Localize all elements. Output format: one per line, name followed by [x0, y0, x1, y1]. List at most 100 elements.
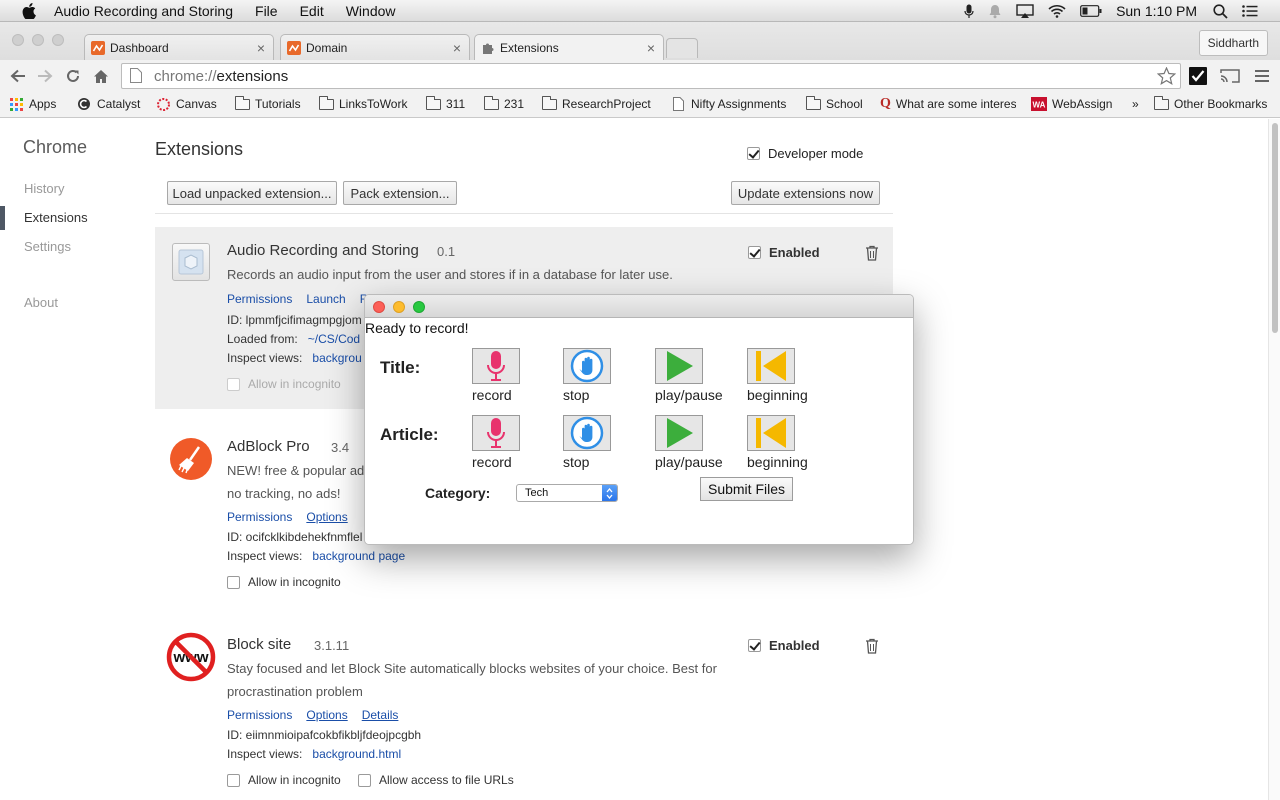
title-beginning-button[interactable]	[747, 348, 795, 384]
new-tab-button[interactable]	[666, 38, 698, 58]
page-scrollbar[interactable]	[1268, 119, 1280, 800]
popup-title-bar[interactable]	[365, 295, 913, 318]
close-tab-icon[interactable]: ×	[453, 40, 461, 56]
notification-center-icon[interactable]	[1242, 5, 1258, 17]
minimize-window-button[interactable]	[32, 34, 44, 46]
menu-app-name[interactable]: Audio Recording and Storing	[54, 3, 233, 19]
trash-icon[interactable]	[865, 638, 879, 654]
sidebar-item-about[interactable]: About	[24, 295, 58, 310]
airplay-icon[interactable]	[1016, 4, 1034, 18]
back-arrow-icon[interactable]	[8, 66, 28, 86]
popup-minimize-button[interactable]	[393, 301, 405, 313]
article-beginning-button[interactable]	[747, 415, 795, 451]
bookmark-label: Canvas	[176, 97, 217, 111]
microphone-icon[interactable]	[964, 4, 974, 19]
category-select[interactable]: Tech	[516, 484, 618, 502]
inspect-view-link[interactable]: backgrou	[312, 351, 361, 365]
battery-icon[interactable]	[1080, 5, 1102, 17]
zoom-window-button[interactable]	[52, 34, 64, 46]
bookmark-apps[interactable]: Apps	[8, 95, 56, 113]
bookmark-catalyst[interactable]: Catalyst	[76, 95, 140, 113]
developer-mode-toggle[interactable]: Developer mode	[747, 146, 863, 161]
allow-incognito-checkbox[interactable]	[227, 377, 240, 391]
popup-close-button[interactable]	[373, 301, 385, 313]
allow-incognito-toggle[interactable]: Allow in incognito	[227, 575, 341, 589]
bookmark-canvas[interactable]: Canvas	[155, 95, 217, 113]
permissions-link[interactable]: Permissions	[227, 510, 292, 524]
allow-file-urls-toggle[interactable]: Allow access to file URLs	[358, 773, 514, 787]
apple-icon[interactable]	[20, 2, 38, 19]
scrollbar-thumb[interactable]	[1272, 123, 1278, 333]
bookmark-quora[interactable]: Q What are some interes	[880, 95, 1016, 113]
menu-window[interactable]: Window	[346, 3, 396, 19]
bookmark-star-icon[interactable]	[1156, 66, 1177, 89]
launch-link[interactable]: Launch	[306, 292, 345, 306]
popup-zoom-button[interactable]	[413, 301, 425, 313]
allow-incognito-checkbox[interactable]	[227, 773, 240, 787]
home-icon[interactable]	[91, 66, 111, 86]
update-extensions-button[interactable]: Update extensions now	[731, 181, 880, 205]
wifi-icon[interactable]	[1048, 4, 1066, 18]
article-record-button[interactable]	[472, 415, 520, 451]
enabled-toggle[interactable]: Enabled	[748, 638, 820, 653]
title-row-label: Title:	[380, 358, 421, 377]
permissions-link[interactable]: Permissions	[227, 708, 292, 722]
developer-mode-checkbox[interactable]	[747, 147, 760, 160]
reload-icon[interactable]	[63, 66, 83, 86]
enabled-toggle[interactable]: Enabled	[748, 245, 820, 260]
options-link[interactable]: Options	[306, 510, 347, 524]
loaded-path-link[interactable]: ~/CS/Cod	[308, 332, 360, 346]
enabled-checkbox[interactable]	[748, 639, 761, 652]
trash-icon[interactable]	[865, 245, 879, 261]
enabled-checkbox[interactable]	[748, 246, 761, 259]
bookmark-webassign[interactable]: WA WebAssign	[1031, 95, 1112, 113]
allow-incognito-toggle[interactable]: Allow in incognito	[227, 773, 341, 787]
sidebar-item-extensions[interactable]: Extensions	[24, 210, 88, 225]
address-bar[interactable]: chrome://extensions	[121, 63, 1181, 89]
bookmark-other-bookmarks[interactable]: Other Bookmarks	[1153, 95, 1267, 113]
allow-incognito-checkbox[interactable]	[227, 575, 240, 589]
close-tab-icon[interactable]: ×	[257, 40, 265, 56]
inspect-view-link[interactable]: background page	[312, 549, 405, 563]
chrome-menu-icon[interactable]	[1252, 66, 1272, 86]
bookmark-231[interactable]: 231	[483, 95, 524, 113]
title-record-button[interactable]	[472, 348, 520, 384]
bookmark-tutorials[interactable]: Tutorials	[234, 95, 301, 113]
notification-bell-icon[interactable]	[988, 4, 1002, 19]
article-play-pause-button[interactable]	[655, 415, 703, 451]
submit-files-button[interactable]: Submit Files	[700, 477, 793, 501]
pack-extension-button[interactable]: Pack extension...	[343, 181, 457, 205]
bookmark-school[interactable]: School	[805, 95, 863, 113]
profile-button[interactable]: Siddharth	[1198, 30, 1268, 56]
menu-file[interactable]: File	[255, 3, 278, 19]
permissions-link[interactable]: Permissions	[227, 292, 292, 306]
close-tab-icon[interactable]: ×	[647, 40, 655, 56]
sidebar-item-history[interactable]: History	[24, 181, 64, 196]
tab-extensions[interactable]: Extensions ×	[474, 34, 664, 60]
bookmark-nifty-assignments[interactable]: Nifty Assignments	[670, 95, 786, 113]
bookmark-311[interactable]: 311	[425, 95, 465, 113]
spotlight-search-icon[interactable]	[1213, 3, 1228, 19]
clock[interactable]: Sun 1:10 PM	[1116, 3, 1197, 19]
bookmark-researchproject[interactable]: ResearchProject	[541, 95, 651, 113]
article-stop-button[interactable]	[563, 415, 611, 451]
bookmark-linkstowork[interactable]: LinksToWork	[318, 95, 407, 113]
tab-domain[interactable]: Domain ×	[280, 34, 470, 60]
cast-icon[interactable]	[1220, 66, 1240, 86]
menu-edit[interactable]: Edit	[300, 3, 324, 19]
details-link[interactable]: Details	[362, 708, 399, 722]
title-play-pause-button[interactable]	[655, 348, 703, 384]
checkmark-extension-icon[interactable]	[1188, 66, 1208, 86]
options-link[interactable]: Options	[306, 708, 347, 722]
load-unpacked-button[interactable]: Load unpacked extension...	[167, 181, 337, 205]
extension-description-line-2: procrastination problem	[227, 684, 363, 699]
allow-file-urls-checkbox[interactable]	[358, 773, 371, 787]
title-stop-button[interactable]	[563, 348, 611, 384]
forward-arrow-icon[interactable]	[35, 66, 55, 86]
bookmarks-overflow-chevron[interactable]: »	[1132, 95, 1139, 113]
close-window-button[interactable]	[12, 34, 24, 46]
allow-incognito-toggle[interactable]: Allow in incognito	[227, 377, 341, 391]
tab-dashboard[interactable]: Dashboard ×	[84, 34, 274, 60]
sidebar-item-settings[interactable]: Settings	[24, 239, 71, 254]
inspect-view-link[interactable]: background.html	[312, 747, 401, 761]
